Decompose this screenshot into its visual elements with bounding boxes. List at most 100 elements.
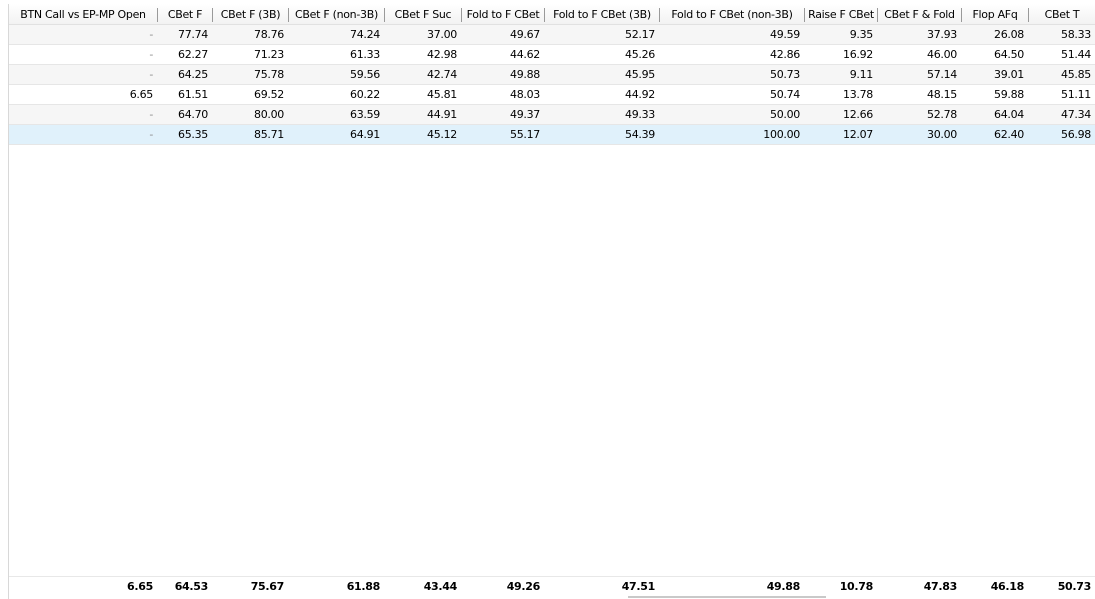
total-btn-call-vs-ep-mp-open: 6.65 — [127, 580, 153, 593]
cell-cbet-f: 64.70 — [178, 108, 208, 121]
cell-cbet-f-3b: 78.76 — [254, 28, 284, 41]
column-header-btn-call-vs-ep-mp-open[interactable]: BTN Call vs EP-MP Open — [9, 4, 157, 24]
cell-cbet-t: 58.33 — [1061, 28, 1091, 41]
cell-raise-f-cbet: 16.92 — [843, 48, 873, 61]
cell-cbet-f-3b: 75.78 — [254, 68, 284, 81]
cell-cbet-f-and-fold: 48.15 — [927, 88, 957, 101]
cell-flop-afq: 59.88 — [994, 88, 1024, 101]
column-divider[interactable] — [461, 8, 462, 22]
column-header-flop-afq[interactable]: Flop AFq — [962, 4, 1028, 24]
cell-btn-call-vs-ep-mp-open: - — [149, 128, 153, 141]
column-header-fold-to-f-cbet-non-3b[interactable]: Fold to F CBet (non-3B) — [660, 4, 804, 24]
cell-raise-f-cbet: 9.35 — [849, 28, 874, 41]
column-header-cbet-t[interactable]: CBet T — [1029, 4, 1095, 24]
cell-cbet-f-and-fold: 46.00 — [927, 48, 957, 61]
cell-cbet-f: 64.25 — [178, 68, 208, 81]
cell-cbet-f-suc: 45.81 — [427, 88, 457, 101]
cell-cbet-f-non-3b: 59.56 — [350, 68, 380, 81]
column-header-cbet-f-and-fold[interactable]: CBet F & Fold — [878, 4, 961, 24]
cell-cbet-f: 61.51 — [178, 88, 208, 101]
cell-fold-to-f-cbet-3b: 54.39 — [625, 128, 655, 141]
cell-cbet-f-non-3b: 61.33 — [350, 48, 380, 61]
total-fold-to-f-cbet: 49.26 — [506, 580, 541, 593]
column-divider[interactable] — [384, 8, 385, 22]
cell-fold-to-f-cbet-3b: 52.17 — [625, 28, 655, 41]
column-divider[interactable] — [804, 8, 805, 22]
column-header-fold-to-f-cbet[interactable]: Fold to F CBet — [462, 4, 544, 24]
column-header-row: BTN Call vs EP-MP Open CBet F CBet F (3B) C… — [9, 4, 1095, 25]
cell-flop-afq: 26.08 — [994, 28, 1024, 41]
column-divider[interactable] — [544, 8, 545, 22]
cell-cbet-t: 51.44 — [1061, 48, 1091, 61]
column-divider[interactable] — [1028, 8, 1029, 22]
cell-cbet-f-suc: 44.91 — [427, 108, 457, 121]
cell-cbet-f-3b: 85.71 — [254, 128, 284, 141]
column-header-cbet-f-non-3b[interactable]: CBet F (non-3B) — [289, 4, 384, 24]
cell-fold-to-f-cbet-3b: 45.95 — [625, 68, 655, 81]
column-header-cbet-f-3b[interactable]: CBet F (3B) — [213, 4, 288, 24]
total-flop-afq: 46.18 — [990, 580, 1025, 593]
cell-cbet-t: 47.34 — [1061, 108, 1091, 121]
cell-btn-call-vs-ep-mp-open: - — [149, 68, 153, 81]
column-divider[interactable] — [659, 8, 660, 22]
cell-cbet-f-suc: 45.12 — [427, 128, 457, 141]
cell-cbet-f-suc: 42.98 — [427, 48, 457, 61]
column-divider[interactable] — [157, 8, 158, 22]
cell-flop-afq: 64.04 — [994, 108, 1024, 121]
total-fold-to-f-cbet-3b: 47.51 — [621, 580, 656, 593]
column-divider[interactable] — [877, 8, 878, 22]
total-cbet-f-non-3b: 61.88 — [346, 580, 381, 593]
column-divider[interactable] — [212, 8, 213, 22]
table-row[interactable]: - 77.74 78.76 74.24 37.00 49.67 52.17 49.59 9.35… — [9, 25, 1095, 45]
cell-fold-to-f-cbet-non-3b: 50.74 — [770, 88, 800, 101]
cell-cbet-f-3b: 71.23 — [254, 48, 284, 61]
column-header-raise-f-cbet[interactable]: Raise F CBet — [805, 4, 877, 24]
column-header-cbet-f-suc[interactable]: CBet F Suc — [385, 4, 461, 24]
column-header-cbet-f[interactable]: CBet F — [158, 4, 212, 24]
totals-row: 6.65 64.53 75.67 61.88 43.44 49.26 47.51 49.88 1… — [9, 576, 1095, 597]
cell-fold-to-f-cbet-3b: 49.33 — [625, 108, 655, 121]
cell-cbet-f-non-3b: 64.91 — [350, 128, 380, 141]
cell-fold-to-f-cbet: 44.62 — [510, 48, 540, 61]
table-row[interactable]: - 64.25 75.78 59.56 42.74 49.88 45.95 50.73 9.11… — [9, 65, 1095, 85]
cell-btn-call-vs-ep-mp-open: - — [149, 28, 153, 41]
cell-fold-to-f-cbet-3b: 44.92 — [625, 88, 655, 101]
cell-fold-to-f-cbet-non-3b: 49.59 — [770, 28, 800, 41]
column-divider[interactable] — [288, 8, 289, 22]
cell-fold-to-f-cbet: 49.88 — [510, 68, 540, 81]
cell-raise-f-cbet: 9.11 — [849, 68, 874, 81]
table-row[interactable]: - 65.35 85.71 64.91 45.12 55.17 54.39 100.00 12.… — [9, 125, 1095, 145]
total-raise-f-cbet: 10.78 — [839, 580, 874, 593]
cell-cbet-f-and-fold: 57.14 — [927, 68, 957, 81]
cell-cbet-f: 77.74 — [178, 28, 208, 41]
table-row[interactable]: - 64.70 80.00 63.59 44.91 49.37 49.33 50.00 12.6… — [9, 105, 1095, 125]
cell-fold-to-f-cbet-non-3b: 50.73 — [770, 68, 800, 81]
cell-btn-call-vs-ep-mp-open: - — [149, 108, 153, 121]
cell-cbet-f-3b: 80.00 — [254, 108, 284, 121]
total-cbet-f-suc: 43.44 — [423, 580, 458, 593]
stats-grid: BTN Call vs EP-MP Open CBet F CBet F (3B) C… — [0, 0, 1095, 599]
cell-cbet-f: 62.27 — [178, 48, 208, 61]
column-divider[interactable] — [961, 8, 962, 22]
cell-cbet-t: 45.85 — [1061, 68, 1091, 81]
cell-cbet-f-suc: 37.00 — [427, 28, 457, 41]
cell-fold-to-f-cbet-non-3b: 42.86 — [770, 48, 800, 61]
table-row[interactable]: 6.65 61.51 69.52 60.22 45.81 48.03 44.92 50.74 1… — [9, 85, 1095, 105]
cell-cbet-f-non-3b: 74.24 — [350, 28, 380, 41]
cell-cbet-f-non-3b: 63.59 — [350, 108, 380, 121]
cell-fold-to-f-cbet-non-3b: 50.00 — [770, 108, 800, 121]
cell-fold-to-f-cbet: 49.37 — [510, 108, 540, 121]
total-fold-to-f-cbet-non-3b: 49.88 — [766, 580, 801, 593]
cell-flop-afq: 39.01 — [994, 68, 1024, 81]
table-row[interactable]: - 62.27 71.23 61.33 42.98 44.62 45.26 42.86 16.9… — [9, 45, 1095, 65]
cell-cbet-f-and-fold: 52.78 — [927, 108, 957, 121]
cell-raise-f-cbet: 12.66 — [843, 108, 873, 121]
total-cbet-f-and-fold: 47.83 — [923, 580, 958, 593]
cell-cbet-f-and-fold: 37.93 — [927, 28, 957, 41]
cell-cbet-f-and-fold: 30.00 — [927, 128, 957, 141]
cell-fold-to-f-cbet: 55.17 — [510, 128, 540, 141]
horizontal-scrollbar-thumb[interactable] — [628, 596, 826, 598]
cell-raise-f-cbet: 13.78 — [843, 88, 873, 101]
column-header-fold-to-f-cbet-3b[interactable]: Fold to F CBet (3B) — [545, 4, 659, 24]
cell-raise-f-cbet: 12.07 — [843, 128, 873, 141]
